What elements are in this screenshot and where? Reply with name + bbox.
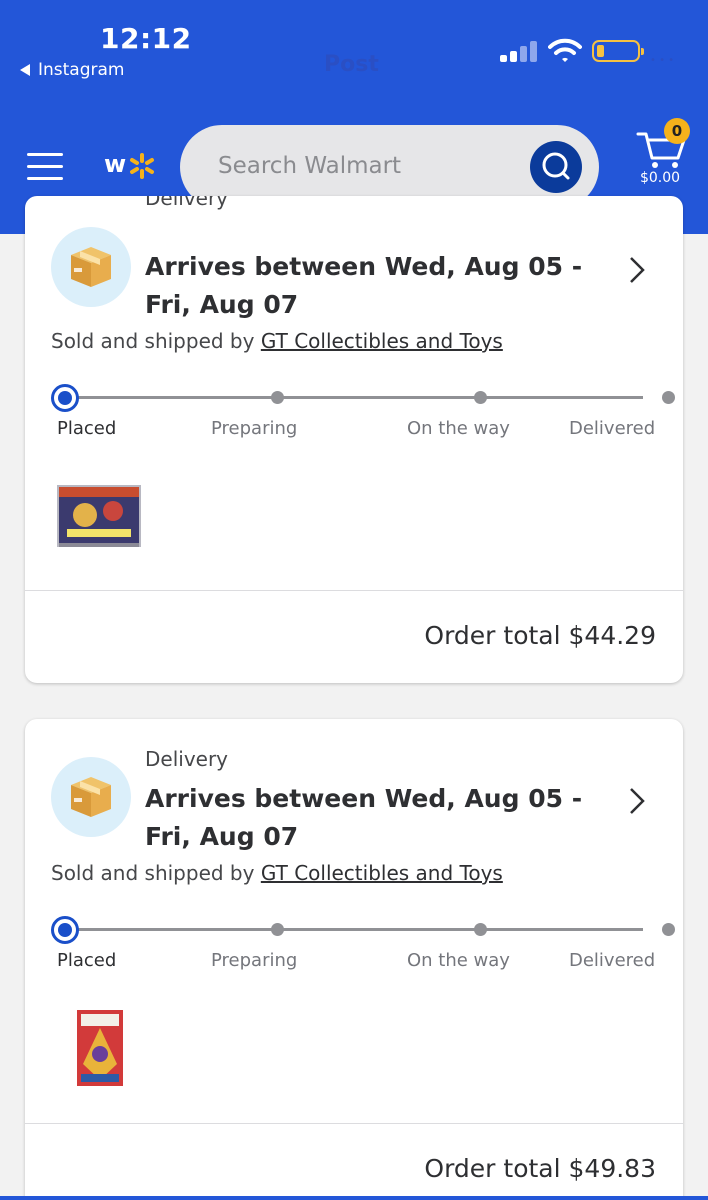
progress-step-label: Placed <box>57 418 117 439</box>
progress-step-label: Preparing <box>211 950 298 971</box>
progress-step-placed-dot <box>51 916 79 944</box>
bottom-edge-bar <box>0 1196 708 1200</box>
seller-line: Sold and shipped by GT Collectibles and … <box>51 861 503 885</box>
card-divider <box>25 1123 683 1124</box>
product-thumbnail[interactable] <box>75 1008 125 1088</box>
hamburger-menu-icon[interactable] <box>27 152 63 180</box>
battery-icon <box>592 40 644 62</box>
cart-total: $0.00 <box>639 170 681 186</box>
search-button[interactable] <box>530 141 582 193</box>
card-divider <box>25 590 683 591</box>
progress-step-label: On the way <box>407 418 510 439</box>
back-triangle-icon <box>20 64 30 76</box>
progress-step-on-the-way-dot <box>474 923 487 936</box>
progress-line <box>65 928 643 931</box>
arrival-window: Arrives between Wed, Aug 05 - Fri, Aug 0… <box>145 784 583 851</box>
seller-prefix: Sold and shipped by <box>51 861 255 885</box>
progress-step-label: Delivered <box>569 950 656 971</box>
progress-step-preparing-dot <box>271 923 284 936</box>
delivery-method-label: Delivery <box>145 196 229 210</box>
package-box-icon <box>51 757 131 837</box>
order-total: Order total $49.83 <box>424 1154 656 1183</box>
order-card[interactable]: Delivery Arrives between Wed, Aug 05 - F… <box>25 719 683 1200</box>
order-progress-tracker: Placed Preparing On the way Delivered <box>51 915 675 985</box>
progress-step-label: On the way <box>407 950 510 971</box>
status-bar-time: 12:12 <box>100 22 192 55</box>
progress-line <box>65 396 643 399</box>
progress-step-label: Preparing <box>211 418 298 439</box>
package-box-icon <box>51 227 131 307</box>
back-to-instagram-link[interactable]: Instagram <box>20 60 125 80</box>
status-ellipsis: • • • <box>650 55 675 66</box>
progress-step-delivered-dot <box>662 923 675 936</box>
back-app-label: Instagram <box>38 60 125 80</box>
delivery-method-label: Delivery <box>145 747 229 771</box>
progress-step-delivered-dot <box>662 391 675 404</box>
walmart-spark-icon[interactable]: w <box>104 148 156 186</box>
seller-link[interactable]: GT Collectibles and Toys <box>261 329 503 353</box>
progress-step-preparing-dot <box>271 391 284 404</box>
search-icon <box>542 152 570 180</box>
search-input[interactable]: Search Walmart <box>218 153 401 179</box>
seller-line: Sold and shipped by GT Collectibles and … <box>51 329 503 353</box>
chevron-right-icon[interactable] <box>625 254 649 286</box>
progress-step-placed-dot <box>51 384 79 412</box>
arrival-window: Arrives between Wed, Aug 05 - Fri, Aug 0… <box>145 252 583 319</box>
wifi-icon <box>548 38 582 62</box>
progress-step-label: Placed <box>57 950 117 971</box>
order-card[interactable]: Delivery Arrives between Wed, Aug 05 - F… <box>25 196 683 683</box>
order-total: Order total $44.29 <box>424 621 656 650</box>
cart-count-badge: 0 <box>664 118 690 144</box>
seller-prefix: Sold and shipped by <box>51 329 255 353</box>
cellular-signal-icon <box>500 40 538 62</box>
obscured-status-title: Post <box>324 52 379 77</box>
order-progress-tracker: Placed Preparing On the way Delivered <box>51 383 675 453</box>
progress-step-label: Delivered <box>569 418 656 439</box>
chevron-right-icon[interactable] <box>625 785 649 817</box>
product-thumbnail[interactable] <box>55 481 143 551</box>
seller-link[interactable]: GT Collectibles and Toys <box>261 861 503 885</box>
progress-step-on-the-way-dot <box>474 391 487 404</box>
